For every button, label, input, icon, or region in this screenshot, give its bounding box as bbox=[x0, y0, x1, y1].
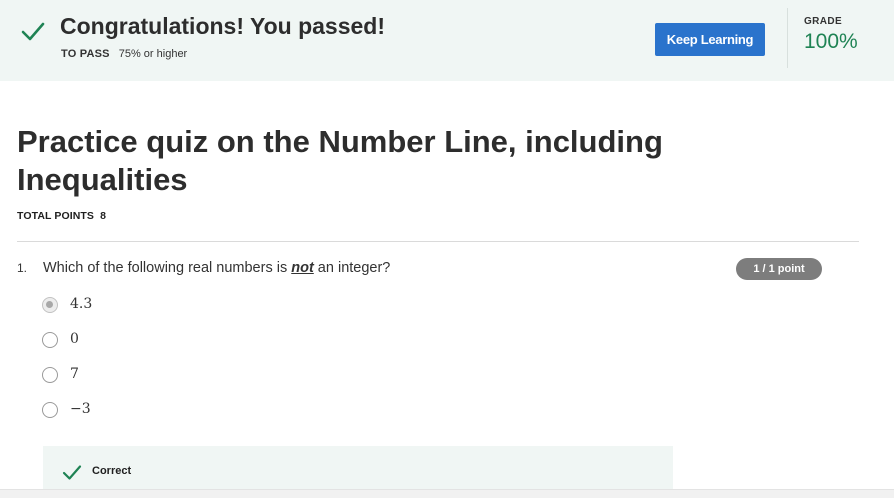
total-points: TOTAL POINTS 8 bbox=[17, 210, 106, 222]
option-radio-3[interactable]: 7 bbox=[42, 366, 342, 386]
option-radio-1[interactable]: 4.3 bbox=[42, 296, 342, 316]
radio-selected-icon[interactable] bbox=[42, 297, 58, 313]
pass-label: TO PASS bbox=[61, 48, 110, 60]
pass-value: 75% or higher bbox=[118, 48, 188, 60]
keep-learning-button[interactable]: Keep Learning bbox=[655, 23, 765, 56]
total-points-label: TOTAL POINTS bbox=[17, 210, 95, 222]
option-label: 4.3 bbox=[70, 296, 93, 312]
option-radio-2[interactable]: 0 bbox=[42, 331, 342, 351]
quiz-title: Practice quiz on the Number Line, includ… bbox=[17, 124, 663, 197]
question-text: Which of the following real numbers is n… bbox=[43, 260, 390, 276]
option-label: −3 bbox=[70, 401, 91, 417]
check-icon bbox=[21, 22, 45, 41]
question-text-before: Which of the following real numbers is bbox=[43, 260, 292, 276]
question-text-emphasis: not bbox=[291, 260, 314, 276]
result-title: Congratulations! You passed! bbox=[60, 13, 386, 39]
pass-requirement: TO PASS 75% or higher bbox=[61, 48, 187, 60]
feedback-label: Correct bbox=[92, 465, 132, 477]
radio-icon[interactable] bbox=[42, 367, 58, 383]
radio-icon[interactable] bbox=[42, 332, 58, 348]
grade-value: 100% bbox=[804, 30, 858, 53]
banner-divider bbox=[787, 8, 788, 68]
grade-label: GRADE bbox=[804, 16, 843, 27]
points-badge: 1 / 1 point bbox=[736, 258, 822, 280]
total-points-value: 8 bbox=[100, 210, 107, 222]
option-label: 7 bbox=[70, 366, 79, 382]
section-divider bbox=[17, 241, 859, 242]
check-icon bbox=[62, 465, 82, 480]
option-label: 0 bbox=[70, 331, 79, 347]
radio-icon[interactable] bbox=[42, 402, 58, 418]
option-radio-4[interactable]: −3 bbox=[42, 401, 342, 421]
question-text-after: an integer? bbox=[313, 260, 391, 276]
bottom-scroll-strip bbox=[0, 489, 894, 498]
question-number: 1. bbox=[17, 261, 28, 275]
result-banner: Congratulations! You passed! TO PASS 75%… bbox=[0, 0, 894, 81]
